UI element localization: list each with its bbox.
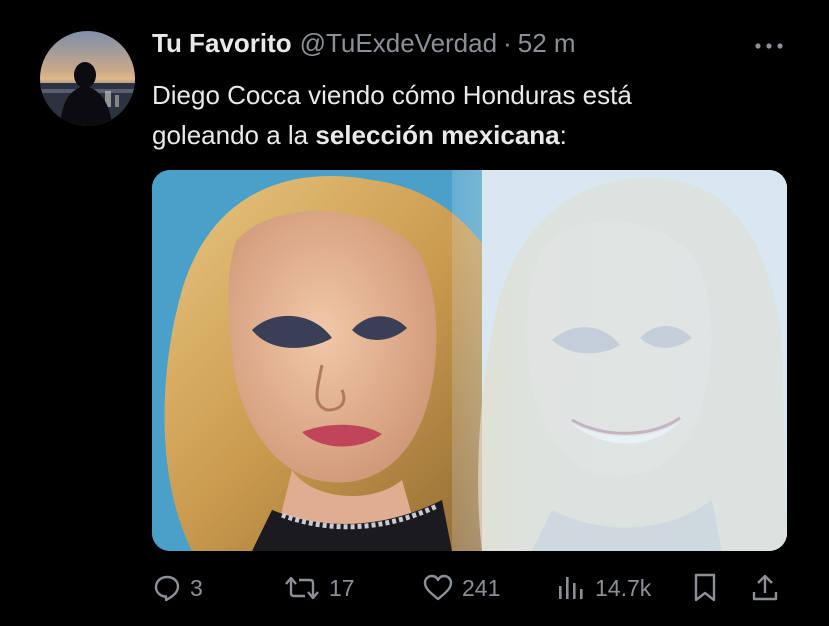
tweet-text-colon: : — [559, 120, 567, 150]
reply-button[interactable]: 3 — [152, 560, 203, 616]
views-count: 14.7k — [595, 574, 652, 601]
like-button[interactable]: 241 — [422, 560, 500, 616]
more-options-button[interactable] — [752, 35, 786, 57]
author-handle[interactable]: @TuExdeVerdad — [300, 28, 497, 59]
tweet-timestamp[interactable]: 52 m — [518, 28, 576, 59]
author-avatar[interactable] — [40, 31, 135, 126]
tweet-text-bold: selección mexicana — [315, 120, 560, 150]
retweet-button[interactable]: 17 — [283, 560, 355, 616]
header-separator: · — [503, 28, 512, 58]
retweet-count: 17 — [329, 574, 355, 601]
media-photo-illustration — [152, 170, 787, 551]
author-display-name[interactable]: Tu Favorito — [152, 28, 292, 59]
bar-chart-icon — [559, 577, 583, 599]
retweet-icon — [285, 576, 319, 600]
tweet-header: Tu Favorito @TuExdeVerdad · 52 m — [152, 28, 576, 64]
tweet-text-line-2: goleando a la selección mexicana: — [152, 115, 782, 155]
tweet-text: Diego Cocca viendo cómo Honduras está go… — [152, 75, 782, 155]
heart-icon — [423, 574, 453, 601]
tweet-action-bar: 3 17 241 14.7k — [0, 560, 829, 616]
more-horizontal-icon — [755, 43, 783, 49]
bookmark-button[interactable] — [690, 560, 720, 616]
avatar-silhouette-icon — [40, 62, 135, 126]
like-count: 241 — [462, 574, 501, 601]
reply-count: 3 — [190, 574, 203, 601]
tweet-media-photo[interactable] — [152, 170, 787, 551]
views-button[interactable]: 14.7k — [555, 560, 651, 616]
reply-bubble-icon — [154, 575, 180, 602]
share-upload-icon — [752, 574, 778, 601]
tweet-text-plain: goleando a la — [152, 120, 316, 150]
bookmark-icon — [694, 573, 716, 602]
share-button[interactable] — [750, 560, 780, 616]
tweet-text-line-1: Diego Cocca viendo cómo Honduras está — [152, 80, 632, 110]
